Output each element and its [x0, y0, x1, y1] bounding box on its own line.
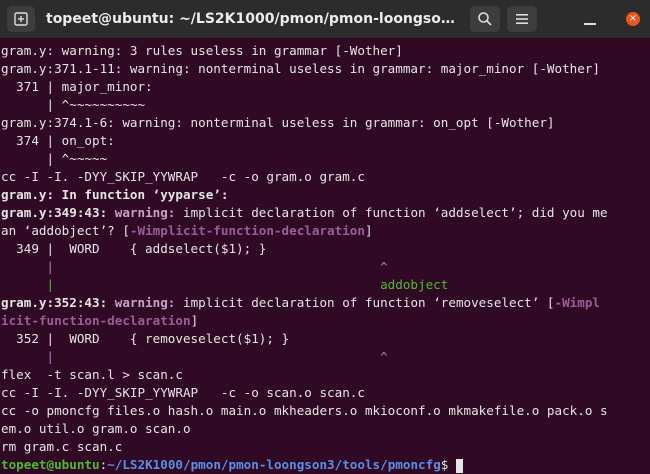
minimize-icon[interactable]: [584, 22, 596, 26]
output-line: gram.y:374.1-6: warning: nonterminal use…: [1, 115, 555, 130]
output-line: 352 | WORD { removeselect($1); }: [1, 331, 290, 346]
output-line: cc -I -I. -DYY_SKIP_YYWRAP -c -o scan.o …: [1, 385, 365, 400]
search-icon: [478, 12, 492, 26]
output-line: gram.y: In function ‘yyparse’:: [1, 187, 229, 202]
output-line: gram.y:352:43: warning: implicit declara…: [1, 295, 601, 310]
output-line: | ^: [1, 259, 388, 274]
prompt-user-host: topeet@ubuntu: [1, 457, 100, 472]
output-line: gram.y: warning: 3 rules useless in gram…: [1, 43, 403, 58]
title-bar: topeet@ubuntu: ~/LS2K1000/pmon/pmon-loon…: [0, 0, 650, 38]
new-tab-icon: [14, 12, 28, 26]
text-cursor: [455, 458, 463, 473]
output-line: rm gram.c scan.c: [1, 439, 123, 454]
output-line: gram.y:371.1-11: warning: nonterminal us…: [1, 61, 600, 76]
output-line: 349 | WORD { addselect($1); }: [1, 241, 267, 256]
output-line: | ^~~~~~~~~~~: [1, 97, 146, 112]
output-line: gram.y:349:43: warning: implicit declara…: [1, 205, 608, 220]
search-button[interactable]: [470, 6, 500, 32]
output-line: an ‘addobject’? [-Wimplicit-function-dec…: [1, 223, 373, 238]
output-line: icit-function-declaration]: [1, 313, 199, 328]
prompt-cwd: ~/LS2K1000/pmon/pmon-loongson3/tools/pmo…: [107, 457, 441, 472]
menu-button[interactable]: [507, 6, 537, 32]
output-line: flex -t scan.l > scan.c: [1, 367, 183, 382]
output-line: 374 | on_opt:: [1, 133, 115, 148]
output-line: em.o util.o gram.o scan.o: [1, 421, 191, 436]
window-title: topeet@ubuntu: ~/LS2K1000/pmon/pmon-loon…: [46, 11, 456, 27]
close-button[interactable]: ×: [626, 12, 640, 26]
output-line: cc -I -I. -DYY_SKIP_YYWRAP -c -o gram.o …: [1, 169, 365, 184]
output-line: | ^: [1, 349, 388, 364]
output-line: | addobject: [1, 277, 449, 292]
shell-prompt[interactable]: topeet@ubuntu:~/LS2K1000/pmon/pmon-loong…: [1, 456, 650, 474]
new-tab-button[interactable]: [7, 6, 35, 32]
output-line: cc -o pmoncfg files.o hash.o main.o mkhe…: [1, 403, 608, 418]
output-line: | ^~~~~~: [1, 151, 108, 166]
output-line: 371 | major_minor:: [1, 79, 153, 94]
hamburger-menu-icon: [516, 14, 528, 24]
terminal-output[interactable]: gram.y: warning: 3 rules useless in gram…: [0, 42, 650, 473]
